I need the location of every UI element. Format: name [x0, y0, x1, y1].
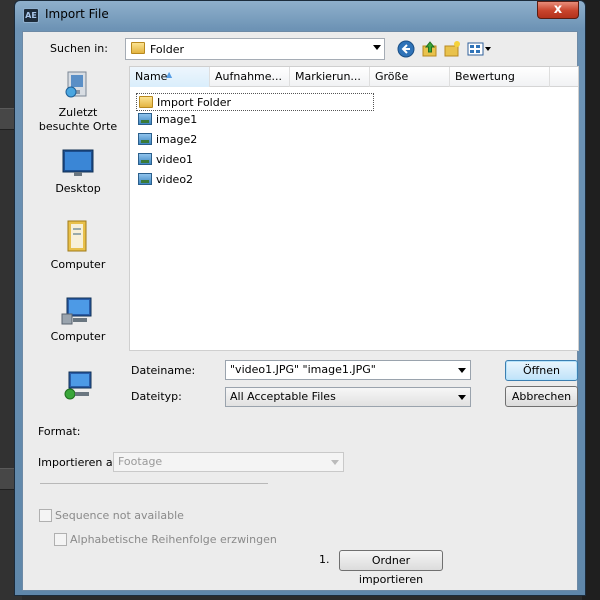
- file-name: video1: [156, 153, 194, 166]
- new-folder-icon[interactable]: [443, 40, 461, 58]
- place-computer[interactable]: Computer: [28, 296, 128, 343]
- file-row-image1[interactable]: image1: [136, 111, 197, 129]
- place-recent[interactable]: Zuletzt besuchte Orte: [28, 68, 128, 134]
- computer-icon: [61, 297, 92, 325]
- file-row-video2[interactable]: video2: [136, 171, 193, 189]
- filename-input[interactable]: "video1.JPG" "image1.JPG": [225, 360, 471, 380]
- cancel-button[interactable]: Abbrechen: [505, 386, 578, 407]
- place-label: Zuletzt besuchte Orte: [38, 106, 118, 133]
- image-file-icon: [138, 133, 152, 145]
- file-name: image1: [156, 113, 198, 126]
- look-in-value: Folder: [150, 43, 184, 56]
- column-header-name[interactable]: ▲ Name: [130, 67, 210, 87]
- up-folder-icon[interactable]: [421, 40, 439, 58]
- filetype-dropdown[interactable]: All Acceptable Files: [225, 387, 471, 407]
- step-number: 1.: [319, 553, 330, 566]
- chevron-down-icon: [331, 460, 339, 465]
- sequence-checkbox[interactable]: [39, 509, 52, 522]
- image-file-icon: [138, 153, 152, 165]
- place-label: Desktop: [55, 182, 101, 195]
- import-file-dialog: AE Import File x Suchen in: Folder Zulet…: [14, 0, 586, 596]
- filename-label: Dateiname:: [131, 364, 196, 377]
- dialog-client-area: Suchen in: Folder Zuletzt besuchte Orte …: [22, 31, 579, 591]
- image-file-icon: [138, 173, 152, 185]
- places-bar: Zuletzt besuchte Orte Desktop Computer C…: [28, 68, 128, 408]
- after-effects-app-icon: AE: [23, 8, 39, 23]
- place-documents[interactable]: Computer: [28, 218, 128, 271]
- chevron-down-icon: [373, 45, 381, 50]
- window-title: Import File: [45, 7, 109, 21]
- network-icon: [64, 371, 92, 400]
- column-header-row: ▲ Name Aufnahme... Markierun... Größe Be…: [130, 67, 578, 87]
- back-icon[interactable]: [397, 40, 415, 58]
- chevron-down-icon: [458, 395, 466, 400]
- title-bar[interactable]: AE Import File x: [15, 1, 585, 31]
- alphabetical-order-checkbox[interactable]: [54, 533, 67, 546]
- image-file-icon: [138, 113, 152, 125]
- format-label: Format:: [38, 425, 81, 438]
- divider: [40, 483, 268, 484]
- file-name: image2: [156, 133, 198, 146]
- file-list[interactable]: ▲ Name Aufnahme... Markierun... Größe Be…: [129, 66, 579, 351]
- import-as-value: Footage: [118, 455, 163, 468]
- alphabetical-order-label: Alphabetische Reihenfolge erzwingen: [70, 533, 277, 546]
- file-row-image2[interactable]: image2: [136, 131, 197, 149]
- filetype-value: All Acceptable Files: [230, 390, 336, 403]
- file-name: Import Folder: [157, 96, 231, 109]
- open-button[interactable]: Öffnen: [505, 360, 578, 381]
- chevron-down-icon[interactable]: [458, 368, 466, 373]
- import-as-dropdown[interactable]: Footage: [113, 452, 344, 472]
- file-row-import-folder[interactable]: Import Folder: [136, 93, 374, 111]
- filetype-label: Dateityp:: [131, 390, 182, 403]
- look-in-dropdown[interactable]: Folder: [125, 38, 385, 60]
- look-in-label: Suchen in:: [50, 42, 108, 55]
- place-label: Computer: [50, 330, 106, 343]
- column-header-size[interactable]: Größe: [370, 67, 450, 87]
- close-button[interactable]: x: [537, 1, 579, 19]
- sequence-label: Sequence not available: [55, 509, 184, 522]
- import-folder-button[interactable]: Ordner importieren: [339, 550, 443, 586]
- view-menu-icon[interactable]: [467, 40, 493, 58]
- file-name: video2: [156, 173, 194, 186]
- sort-ascending-icon: ▲: [166, 70, 173, 79]
- recent-places-icon: [65, 71, 87, 98]
- folder-icon: [131, 42, 145, 54]
- place-desktop[interactable]: Desktop: [28, 148, 128, 195]
- column-header-rating[interactable]: Bewertung: [450, 67, 550, 87]
- column-header-date[interactable]: Aufnahme...: [210, 67, 290, 87]
- folder-icon: [139, 96, 153, 108]
- file-row-video1[interactable]: video1: [136, 151, 193, 169]
- desktop-icon: [62, 149, 94, 176]
- column-header-tags[interactable]: Markierun...: [290, 67, 370, 87]
- place-label: Computer: [50, 258, 106, 271]
- documents-icon: [67, 220, 87, 252]
- place-network[interactable]: [28, 370, 128, 404]
- filename-value: "video1.JPG" "image1.JPG": [230, 363, 376, 376]
